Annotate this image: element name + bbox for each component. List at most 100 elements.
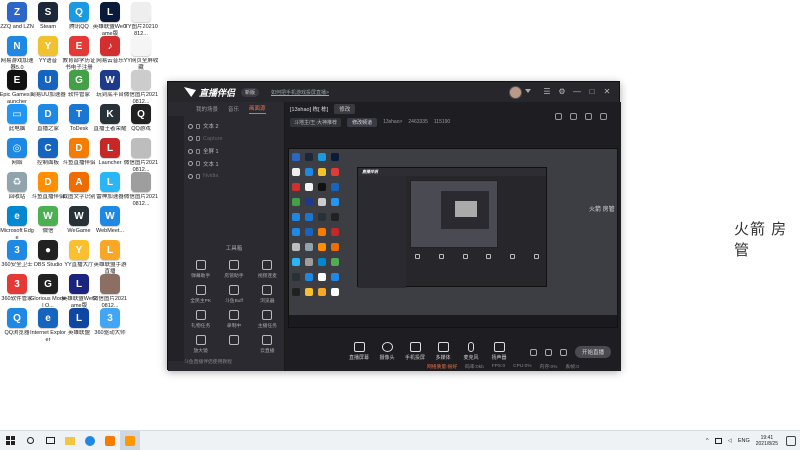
desktop-icon[interactable]: e Microsoft Edge	[0, 206, 34, 241]
desktop-icon[interactable]: 微信图片20210812...	[124, 172, 158, 207]
desktop-icon[interactable]: S Steam	[31, 2, 65, 31]
source-item[interactable]: 文本 2	[184, 120, 284, 133]
eye-icon[interactable]	[188, 148, 193, 154]
desktop-icon[interactable]: e Internet Explorer	[30, 308, 66, 343]
media-button[interactable]: 多媒体	[429, 341, 457, 361]
close-icon[interactable]: ✕	[603, 87, 611, 96]
speaker-button[interactable]: 扬声器	[485, 341, 513, 361]
tab-sources[interactable]: 画面源	[249, 104, 266, 114]
desktop-icon[interactable]: 3 360驱动大师	[93, 308, 127, 337]
tool-button[interactable]: 弹幕助手	[184, 260, 217, 279]
desktop-icon[interactable]: Y YY直播大厅	[62, 240, 96, 269]
tab-music[interactable]: 音乐	[228, 105, 239, 113]
desktop-icon[interactable]: L 雷神加速器	[93, 172, 127, 201]
desktop-icon[interactable]: ◎ 网络	[0, 138, 34, 167]
lock-icon[interactable]	[196, 161, 200, 167]
gear-icon[interactable]: ⚙	[558, 87, 566, 96]
desktop-icon[interactable]: Q QQ游戏	[124, 104, 158, 133]
screen-capture-button[interactable]: 直播屏幕	[345, 341, 373, 361]
source-item[interactable]: Nvidia	[184, 170, 284, 183]
stream-preview[interactable]: 直播伴侣 火箭 房管	[288, 148, 618, 328]
avatar[interactable]	[509, 86, 522, 99]
desktop-icon[interactable]: L 英雄联盟WeGame版	[62, 274, 96, 309]
file-explorer-button[interactable]	[60, 431, 80, 450]
qq-browser-button[interactable]	[80, 431, 100, 450]
tool-button[interactable]: 视频连麦	[251, 260, 284, 279]
lock-icon[interactable]	[196, 148, 200, 154]
desktop-icon[interactable]: 微信图片20210812...	[124, 70, 158, 105]
eye-icon[interactable]	[188, 136, 193, 142]
tool-button[interactable]: 礼物任务	[184, 310, 217, 329]
desktop-icon[interactable]: ● OBS Studio	[31, 240, 65, 269]
desktop-icon[interactable]: L 英雄联盟WeGame版	[93, 2, 127, 37]
eye-icon[interactable]	[188, 123, 193, 129]
desktop-icon[interactable]: C 控制面板	[31, 138, 65, 167]
camera-button[interactable]: 摄像头	[373, 341, 401, 361]
desktop-icon[interactable]: A 截图文字识别	[62, 172, 96, 201]
source-item[interactable]: 文本 1	[184, 158, 284, 171]
lock-icon[interactable]	[196, 136, 200, 142]
desktop-icon[interactable]: N 网易游戏加速器5.0	[0, 36, 34, 71]
desktop-icon[interactable]: 3 360软件管家	[0, 274, 34, 303]
desktop-icon[interactable]: Q QQ浏览器	[0, 308, 34, 337]
start-live-button[interactable]: 开始直播	[575, 346, 611, 358]
tab-scenes[interactable]: 我的场景	[196, 105, 218, 113]
desktop-icon[interactable]: E 教育部学历证书电子注册	[62, 36, 96, 71]
desktop-icon[interactable]: D 直播之家	[31, 104, 65, 133]
record-icon[interactable]	[530, 348, 537, 356]
version-badge[interactable]: 新版	[241, 87, 260, 97]
edit-room-button[interactable]: 修改	[334, 104, 356, 114]
notification-icon[interactable]	[786, 436, 796, 446]
desktop-icon[interactable]: L Launcher	[93, 138, 127, 167]
desktop-icon[interactable]: L 英雄联盟手游直播	[93, 240, 127, 275]
desktop-icon[interactable]: ♻ 回收站	[0, 172, 34, 201]
desktop-icon[interactable]: W 微信	[31, 206, 65, 235]
desktop-icon[interactable]: W 玩到底平台	[93, 70, 127, 99]
desktop-icon[interactable]: W WebMeet...	[93, 206, 127, 235]
live-companion-taskbar-button[interactable]	[120, 430, 140, 450]
start-button[interactable]	[0, 431, 20, 450]
desktop-icon[interactable]: YY网页全屏收藏	[124, 36, 158, 71]
phone-cast-button[interactable]: 手机投屏	[401, 341, 429, 361]
desktop-icon[interactable]: D 斗鱼直播伴侣	[62, 138, 96, 167]
category-chip[interactable]: 斗地主/王·大神推荐	[290, 117, 342, 127]
gear-icon[interactable]	[560, 348, 567, 356]
settings-icon[interactable]	[600, 113, 607, 120]
desktop-icon[interactable]: Y YY语音	[31, 36, 65, 65]
layout-icon[interactable]	[570, 113, 577, 120]
bell-icon[interactable]	[585, 113, 592, 120]
desktop-icon[interactable]: T ToDesk	[62, 104, 96, 133]
microphone-button[interactable]: 麦克风	[457, 341, 485, 361]
desktop-icon[interactable]: Z ZZQ and LZN	[0, 2, 34, 31]
chevron-down-icon[interactable]	[525, 89, 531, 93]
desktop-icon[interactable]: K 直播王者荣耀	[93, 104, 127, 133]
tool-button[interactable]: 云直播	[251, 335, 284, 354]
volume-icon[interactable]: ◁	[728, 438, 732, 444]
title-bar[interactable]: 直播伴侣 新版 如何把手机游戏投屏直播> ☰ ⚙ — □ ✕	[168, 82, 619, 102]
tool-button[interactable]: 主播任务	[251, 310, 284, 329]
desktop-icon[interactable]: Q 腾讯QQ	[62, 2, 96, 31]
chevron-up-icon[interactable]: ^	[706, 438, 709, 444]
menu-icon[interactable]: ☰	[543, 87, 551, 96]
eye-icon[interactable]	[545, 348, 552, 356]
tool-button[interactable]: 房管助手	[217, 260, 250, 279]
desktop-icon[interactable]: W WeGame	[62, 206, 96, 235]
tool-button[interactable]: 全民主PK	[184, 285, 217, 304]
tool-button[interactable]: 放大镜	[184, 335, 217, 354]
maximize-icon[interactable]: □	[588, 87, 596, 96]
tool-button[interactable]	[217, 335, 250, 354]
eye-icon[interactable]	[188, 173, 193, 179]
desktop-icon[interactable]: U 网易UU加速器	[30, 70, 66, 99]
network-icon[interactable]	[714, 438, 722, 444]
task-view-button[interactable]	[40, 431, 60, 450]
minimize-icon[interactable]: —	[573, 87, 581, 96]
tutorial-link[interactable]: 斗鱼直播伴侣使用教程	[184, 358, 232, 365]
desktop-icon[interactable]: ♪ 网易云音乐	[93, 36, 127, 65]
desktop-icon[interactable]: ▭ 此电脑	[0, 104, 34, 133]
tool-button[interactable]: 录制中	[217, 310, 250, 329]
tool-button[interactable]: 斗鱼Buff	[217, 285, 250, 304]
desktop-icon[interactable]: 3 360安全卫士	[0, 240, 34, 269]
lock-icon[interactable]	[196, 123, 200, 129]
source-item[interactable]: 全屏 1	[184, 145, 284, 158]
desktop-icon[interactable]: G 软件管家	[62, 70, 96, 99]
